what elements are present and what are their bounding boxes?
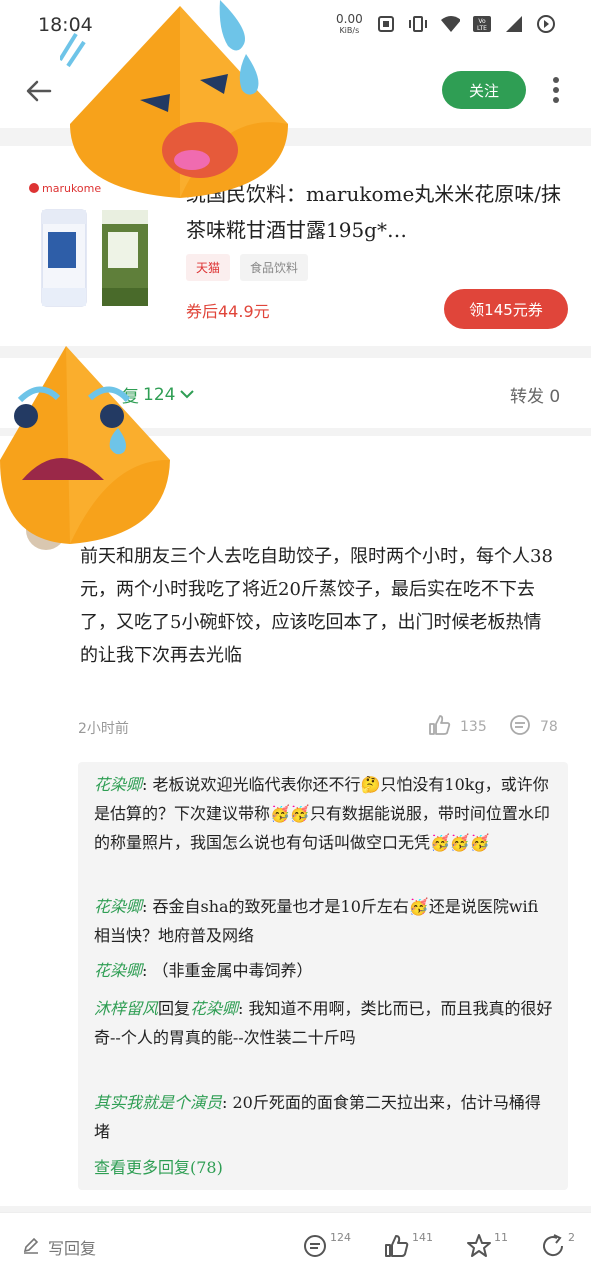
thumbs-up-icon (384, 1233, 410, 1263)
chevron-down-icon (179, 385, 195, 405)
write-reply-label: 写回复 (48, 1239, 97, 1258)
comment-like-button[interactable]: 135 (428, 714, 487, 740)
star-icon (466, 1233, 492, 1263)
bottom-share-button[interactable]: 2 (540, 1231, 575, 1263)
bottom-favorite-button[interactable]: 11 (466, 1231, 508, 1263)
share-icon (540, 1233, 566, 1263)
bottom-favorite-count: 11 (494, 1231, 508, 1244)
comment-time: 2小时前 (78, 721, 129, 737)
view-more-replies-link[interactable]: 查看更多回复(78) (94, 1154, 223, 1178)
comment-reply-count: 78 (540, 719, 558, 735)
pencil-icon (22, 1236, 40, 1258)
reply-item[interactable]: 沐梓留风回复花染卿: 我知道不用啊，类比而已，而且我真的很好奇--个人的胃真的能… (94, 994, 554, 1052)
comment-reply-button[interactable]: 78 (508, 714, 558, 740)
bottom-comments-count: 124 (330, 1231, 351, 1244)
tag-tmall: 天猫 (186, 254, 231, 281)
vibrate-icon (408, 14, 428, 34)
follow-button[interactable]: 关注 (442, 71, 526, 109)
reply-item[interactable]: 花染卿: （非重金属中毒饲养） (94, 956, 554, 985)
reply-author[interactable]: 沐梓留风 (94, 999, 158, 1018)
reply-author[interactable]: 其实我就是个演员 (94, 1093, 222, 1112)
write-reply-button[interactable]: 写回复 (22, 1235, 96, 1259)
reply-item[interactable]: 花染卿: 老板说欢迎光临代表你还不行🤔只怕没有10kg，或许你是估算的？下次建议… (94, 770, 554, 857)
more-vertical-icon[interactable] (547, 74, 565, 106)
comment-card: o 前天和朋友三个人去吃自助饺子，限时两个小时，每个人38元，两个小时我吃了将近… (0, 436, 591, 1206)
comment-bubble-icon (302, 1233, 328, 1263)
replies-box: 花染卿: 老板说欢迎光临代表你还不行🤔只怕没有10kg，或许你是估算的？下次建议… (78, 762, 568, 1190)
reply-author[interactable]: 花染卿 (94, 775, 142, 794)
comment-text: 前天和朋友三个人去吃自助饺子，限时两个小时，每个人38元，两个小时我吃了将近20… (80, 546, 553, 666)
signal-icon (504, 14, 524, 34)
reply-text: 吞金自sha的致死量也才是10斤左右🥳还是说医院wifi相当快？地府普及网络 (94, 897, 539, 945)
reply-text: 老板说欢迎光临代表你还不行🤔只怕没有10kg，或许你是估算的？下次建议带称🥳🥳只… (94, 775, 550, 852)
bottom-action-bar: 写回复 124 141 11 2 (0, 1212, 591, 1281)
battery-saver-icon (536, 14, 556, 34)
reply-text: （非重金属中毒饲养） (152, 961, 313, 980)
sad-crying-emoji-sticker-icon (0, 340, 180, 550)
nfc-icon (376, 14, 396, 34)
volte-icon: Vo LTE (472, 14, 492, 34)
bottom-comments-button[interactable]: 124 (302, 1231, 351, 1263)
get-coupon-button[interactable]: 领145元券 (444, 289, 568, 329)
reply-author[interactable]: 花染卿 (94, 961, 142, 980)
reply-item[interactable]: 花染卿: 吞金自sha的致死量也才是10斤左右🥳还是说医院wifi相当快？地府普… (94, 892, 554, 950)
price-after-coupon: 券后44.9元 (186, 302, 270, 321)
reply-author[interactable]: 花染卿 (94, 897, 142, 916)
sweat-emoji-sticker-icon (58, 0, 300, 200)
reply-item[interactable]: 其实我就是个演员: 20斤死面的面食第二天拉出来，估计马桶得堵 (94, 1088, 554, 1146)
back-arrow-icon[interactable] (24, 76, 54, 106)
net-speed-value: 0.00 (336, 12, 363, 26)
reply-to[interactable]: 花染卿 (190, 999, 238, 1018)
svg-text:Vo: Vo (478, 18, 486, 25)
net-speed-unit: KiB/s (339, 26, 360, 35)
svg-text:LTE: LTE (477, 25, 487, 32)
reply-word: 回复 (158, 999, 191, 1018)
bottom-like-count: 141 (412, 1231, 433, 1244)
bottom-share-count: 2 (568, 1231, 575, 1244)
tab-share[interactable]: 转发 0 (510, 382, 560, 407)
reply-bubble-icon (508, 714, 532, 740)
tag-category: 食品饮料 (240, 254, 309, 281)
bottom-like-button[interactable]: 141 (384, 1231, 433, 1263)
net-speed: 0.00 KiB/s (336, 12, 363, 36)
thumbs-up-icon (428, 714, 452, 740)
comment-like-count: 135 (460, 719, 487, 735)
wifi-icon (440, 14, 460, 34)
